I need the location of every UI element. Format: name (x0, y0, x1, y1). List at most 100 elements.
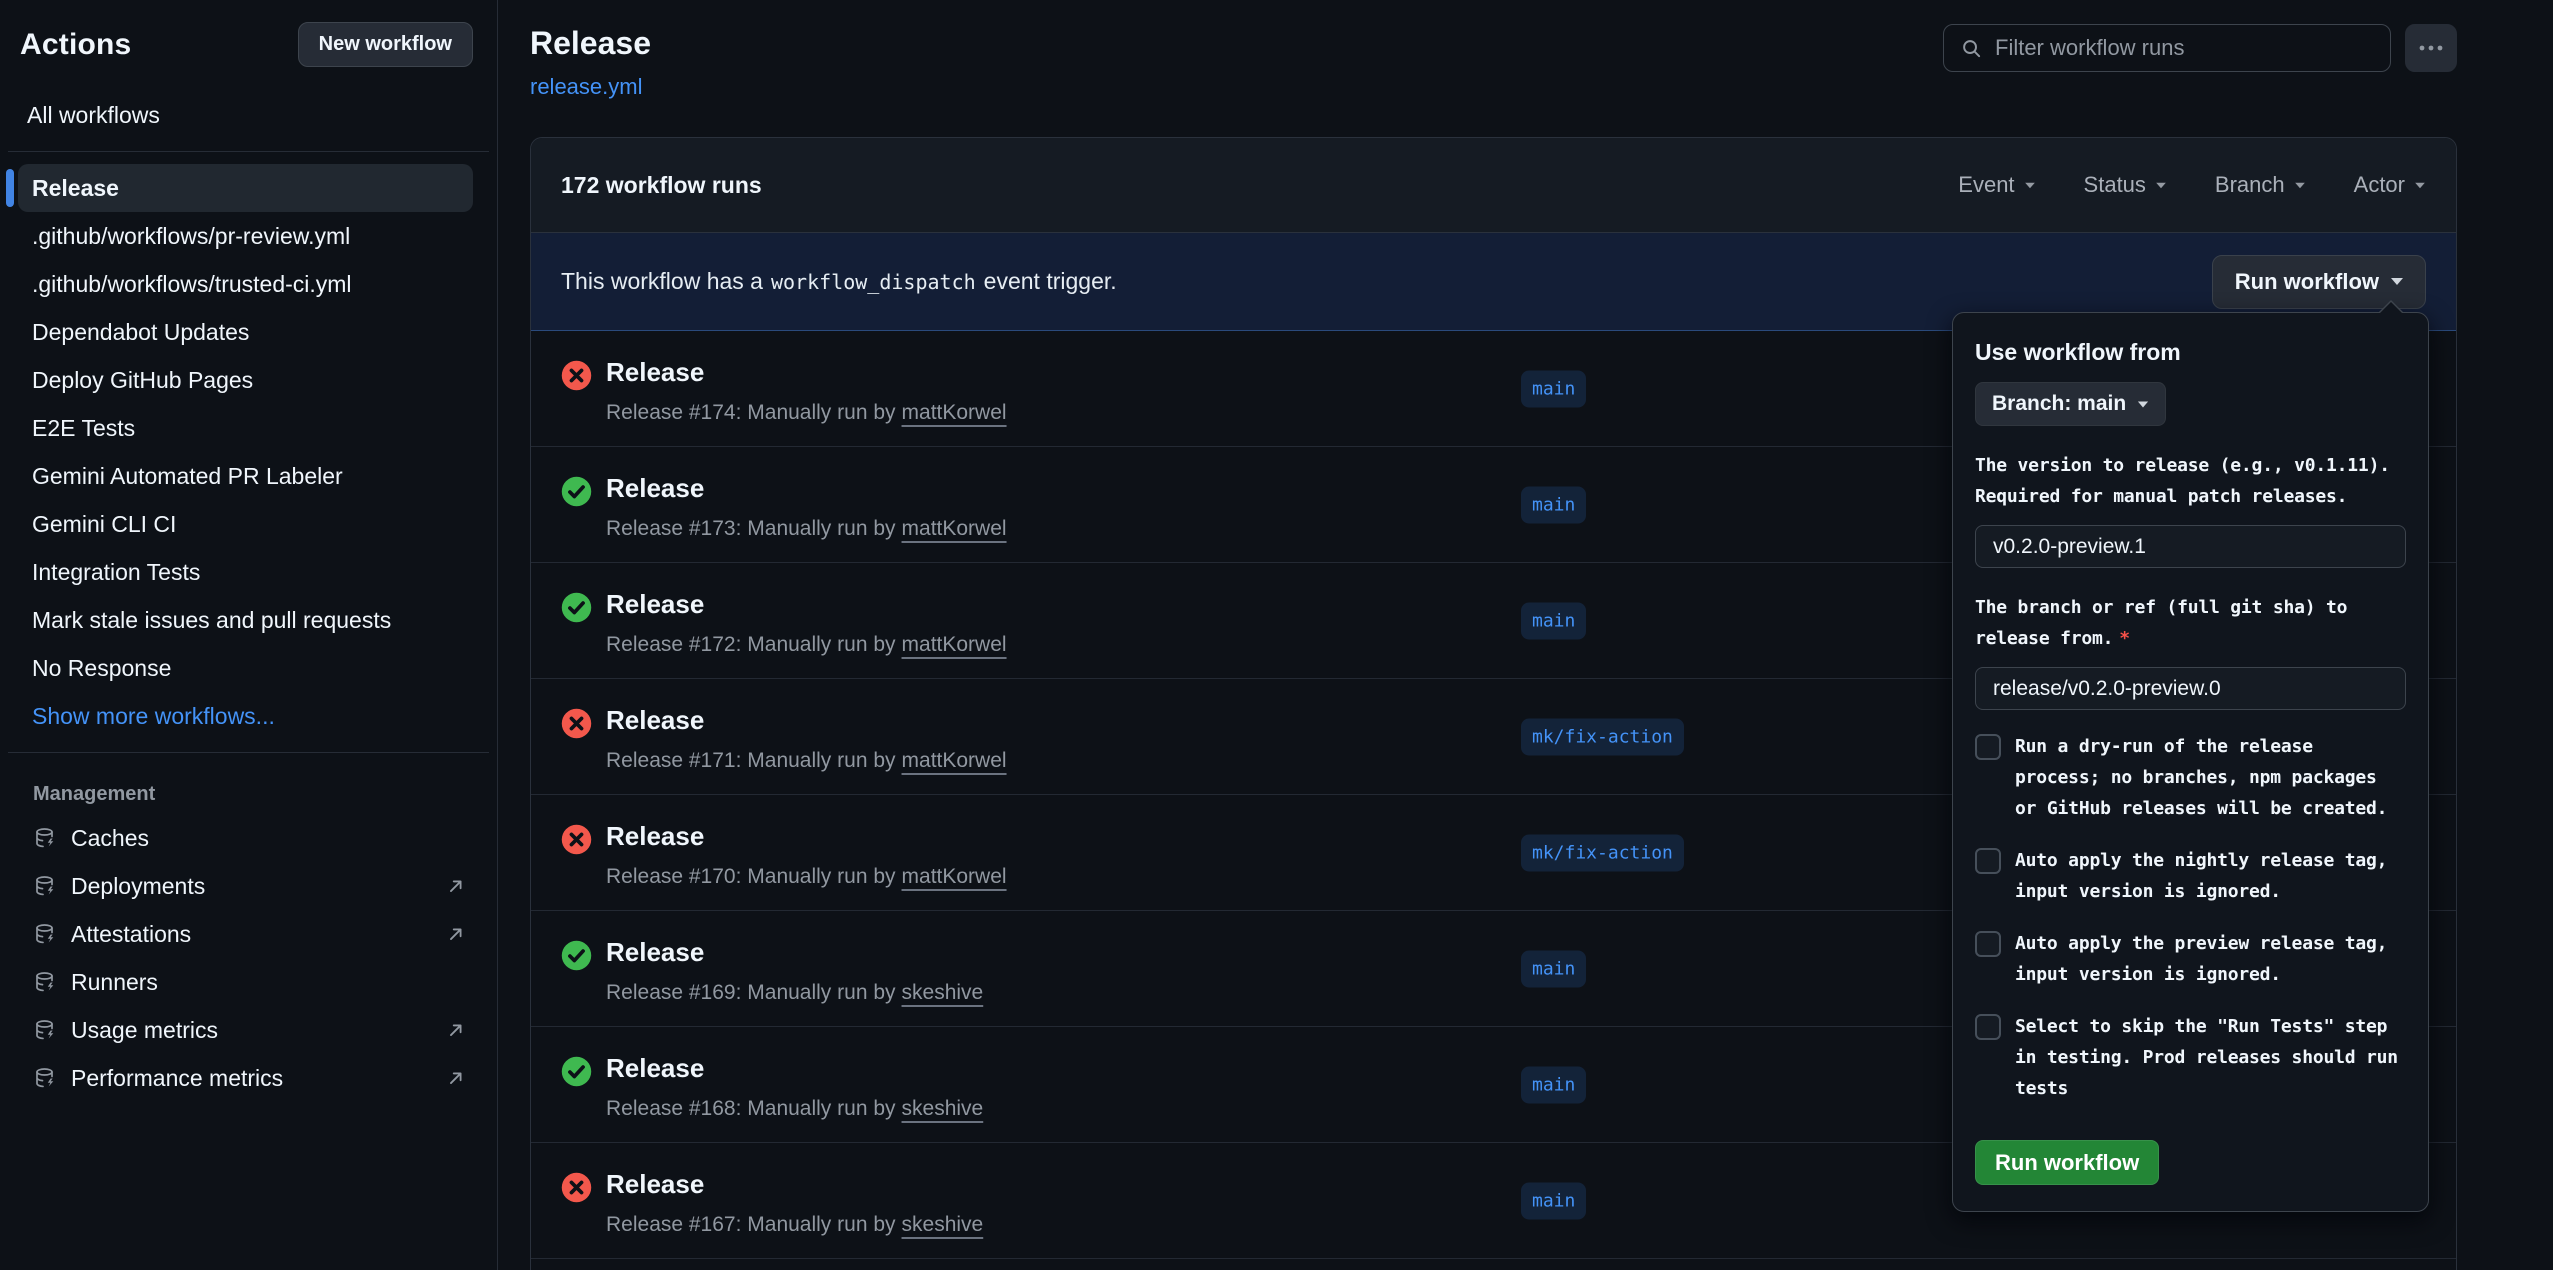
failure-status-icon (561, 824, 592, 855)
run-workflow-panel: Use workflow from Branch: main The versi… (1952, 312, 2429, 1212)
workflow-file-link[interactable]: release.yml (530, 74, 642, 100)
required-asterisk: * (2119, 628, 2130, 649)
chevron-down-icon (2295, 182, 2305, 188)
cache-icon (33, 826, 57, 850)
panel-checkbox-row: Auto apply the preview release tag, inpu… (1975, 928, 2406, 990)
run-info: Release #173: Manually run by (606, 517, 896, 540)
server-icon (33, 970, 57, 994)
branch-badge[interactable]: main (1521, 1066, 1586, 1103)
run-info: Release #171: Manually run by (606, 749, 896, 772)
management-item[interactable]: Performance metrics (0, 1054, 497, 1102)
failure-status-icon (561, 708, 592, 739)
ref-input[interactable] (1975, 667, 2406, 710)
external-link-icon (445, 875, 467, 897)
filter-dropdown[interactable]: Branch (2215, 172, 2306, 198)
filter-dropdown[interactable]: Actor (2354, 172, 2426, 198)
run-actor-link[interactable]: mattKorwel (902, 517, 1007, 540)
run-title-link[interactable]: Release (606, 1053, 983, 1084)
run-title-link[interactable]: Release (606, 357, 1007, 388)
sidebar-workflow-item[interactable]: Integration Tests (18, 548, 473, 596)
sidebar-workflow-item[interactable]: Deploy GitHub Pages (18, 356, 473, 404)
run-title-link[interactable]: Release (606, 1169, 983, 1200)
new-workflow-button[interactable]: New workflow (298, 22, 473, 67)
run-title-link[interactable]: Release (606, 589, 1007, 620)
branch-selector-label: Branch: main (1992, 392, 2126, 416)
run-title-link[interactable]: Release (606, 473, 1007, 504)
run-description: Release #168: Manually run by skeshive (606, 1097, 983, 1121)
workflow-item-label: Deploy GitHub Pages (32, 367, 253, 394)
management-item[interactable]: Caches (0, 814, 497, 862)
sidebar-workflow-item[interactable]: Release (18, 164, 473, 212)
branch-badge[interactable]: main (1521, 370, 1586, 407)
run-actor-link[interactable]: mattKorwel (902, 865, 1007, 888)
show-more-workflows-link[interactable]: Show more workflows... (18, 692, 473, 740)
run-description: Release #169: Manually run byskeshive (606, 981, 983, 1005)
filter-dropdown-label: Actor (2354, 172, 2405, 198)
run-description: Release #170: Manually run bymattKorwel (606, 865, 1007, 889)
external-link-icon (445, 1019, 467, 1041)
run-title-link[interactable]: Release (606, 705, 1007, 736)
sidebar-workflow-item[interactable]: Gemini Automated PR Labeler (18, 452, 473, 500)
branch-badge[interactable]: main (1521, 602, 1586, 639)
filter-workflow-runs-input[interactable]: Filter workflow runs (1943, 24, 2391, 72)
branch-badge[interactable]: mk/fix-action (1521, 834, 1684, 871)
run-description: Release #173: Manually run by mattKorwel (606, 517, 1007, 541)
checkbox-label: Auto apply the nightly release tag, inpu… (2015, 845, 2406, 907)
sidebar-item-all-workflows[interactable]: All workflows (0, 91, 497, 139)
sidebar-workflow-item[interactable]: Dependabot Updates (18, 308, 473, 356)
management-item[interactable]: Runners (0, 958, 497, 1006)
run-info: Release #174: Manually run by (606, 401, 896, 424)
management-item[interactable]: Attestations (0, 910, 497, 958)
run-description: Release #174: Manually run by mattKorwel (606, 401, 1007, 425)
filter-dropdown-label: Branch (2215, 172, 2285, 198)
sidebar-workflow-item[interactable]: Mark stale issues and pull requests (18, 596, 473, 644)
checkbox[interactable] (1975, 931, 2001, 957)
verified-icon (33, 922, 57, 946)
sidebar-workflow-item[interactable]: No Response (18, 644, 473, 692)
branch-badge[interactable]: mk/fix-action (1521, 718, 1684, 755)
checkbox[interactable] (1975, 734, 2001, 760)
run-actor-link[interactable]: mattKorwel (902, 749, 1007, 772)
chevron-down-icon (2156, 182, 2166, 188)
run-actor-link[interactable]: mattKorwel (902, 633, 1007, 656)
filter-dropdown[interactable]: Event (1958, 172, 2035, 198)
sidebar-workflow-item[interactable]: .github/workflows/trusted-ci.yml (18, 260, 473, 308)
run-title-link[interactable]: Release (606, 821, 1007, 852)
workflow-options-kebab-button[interactable] (2405, 24, 2457, 72)
success-status-icon (561, 476, 592, 507)
filter-dropdown[interactable]: Status (2084, 172, 2167, 198)
sidebar-title: Actions (20, 28, 131, 62)
branch-badge[interactable]: main (1521, 486, 1586, 523)
branch-selector-button[interactable]: Branch: main (1975, 382, 2166, 426)
sidebar-workflow-item[interactable]: Gemini CLI CI (18, 500, 473, 548)
run-actor-link[interactable]: skeshive (902, 1213, 984, 1236)
sidebar-workflow-item[interactable]: .github/workflows/pr-review.yml (18, 212, 473, 260)
ref-input-label: The branch or ref (full git sha) to rele… (1975, 592, 2406, 654)
filter-placeholder: Filter workflow runs (1995, 35, 2184, 61)
chevron-down-icon (2391, 278, 2403, 285)
divider (8, 151, 489, 152)
external-link-icon (445, 1067, 467, 1089)
management-section-label: Management (0, 765, 497, 814)
branch-badge[interactable]: main (1521, 1182, 1586, 1219)
filter-dropdown-label: Status (2084, 172, 2146, 198)
panel-checkbox-row: Auto apply the nightly release tag, inpu… (1975, 845, 2406, 907)
divider (8, 752, 489, 753)
sidebar-workflow-item[interactable]: E2E Tests (18, 404, 473, 452)
run-workflow-submit-button[interactable]: Run workflow (1975, 1140, 2159, 1185)
meter-icon (33, 1018, 57, 1042)
run-info: Release #168: Manually run by (606, 1097, 896, 1120)
run-actor-link[interactable]: mattKorwel (902, 401, 1007, 424)
run-title-link[interactable]: Release (606, 937, 983, 968)
branch-badge[interactable]: main (1521, 950, 1586, 987)
version-input[interactable] (1975, 525, 2406, 568)
main-content: Release release.yml Filter workflow runs… (498, 0, 2553, 1270)
run-actor-link[interactable]: skeshive (902, 1097, 984, 1120)
run-info: Release #172: Manually run by (606, 633, 896, 656)
management-item[interactable]: Usage metrics (0, 1006, 497, 1054)
checkbox[interactable] (1975, 848, 2001, 874)
management-item-label: Performance metrics (71, 1065, 283, 1092)
run-actor-link[interactable]: skeshive (902, 981, 984, 1004)
management-item[interactable]: Deployments (0, 862, 497, 910)
checkbox[interactable] (1975, 1014, 2001, 1040)
